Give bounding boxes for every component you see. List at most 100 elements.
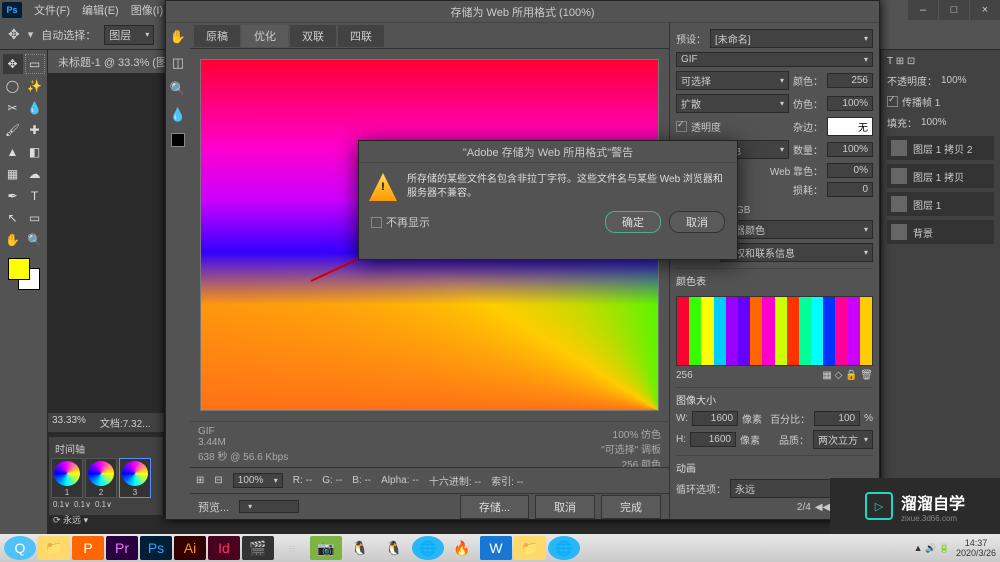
zoom-tool[interactable]: 🔍	[25, 230, 45, 250]
dont-show-checkbox[interactable]	[371, 217, 382, 228]
taskbar-app[interactable]: 🌐	[412, 536, 444, 560]
magic-wand-tool[interactable]: ✨	[25, 76, 45, 96]
path-tool[interactable]: ↖	[3, 208, 23, 228]
crop-tool[interactable]: ✂	[3, 98, 23, 118]
type-tool[interactable]: T	[25, 186, 45, 206]
taskbar-app[interactable]: 🔥	[446, 536, 478, 560]
quality-dropdown[interactable]: 两次立方	[813, 430, 873, 449]
shape-tool[interactable]: ▭	[25, 208, 45, 228]
taskbar-app[interactable]: Pr	[106, 536, 138, 560]
cancel-button[interactable]: 取消	[669, 211, 725, 233]
dialog-title: 存储为 Web 所用格式 (100%)	[166, 1, 879, 23]
taskbar-app[interactable]: Q	[4, 536, 36, 560]
warning-icon: !	[369, 173, 397, 201]
web-snap-input[interactable]: 0%	[827, 163, 873, 178]
zoom-tool-icon[interactable]: 🔍	[170, 81, 186, 97]
colors-input[interactable]: 256	[827, 73, 873, 88]
palette-dropdown[interactable]: 可选择	[676, 71, 789, 90]
ps-logo-icon: Ps	[2, 2, 22, 18]
taskbar-app[interactable]: 🌐	[548, 536, 580, 560]
timeline-frame[interactable]: 2	[85, 458, 117, 498]
eraser-tool[interactable]: ◧	[25, 142, 45, 162]
menu-edit[interactable]: 编辑(E)	[76, 2, 125, 18]
blur-tool[interactable]: ☁	[25, 164, 45, 184]
propagate-checkbox[interactable]	[887, 96, 898, 107]
zoom-dropdown[interactable]: 100%	[233, 473, 283, 488]
taskbar-app[interactable]: Ps	[140, 536, 172, 560]
taskbar-app[interactable]: 📁	[514, 536, 546, 560]
ok-button[interactable]: 确定	[605, 211, 661, 233]
taskbar-app[interactable]: Id	[208, 536, 240, 560]
auto-select-dropdown[interactable]: 图层	[104, 25, 154, 45]
dither-dropdown[interactable]: 扩散	[676, 94, 789, 113]
color-table[interactable]	[676, 296, 873, 366]
taskbar-app[interactable]: 🎬	[242, 536, 274, 560]
opacity-value[interactable]: 100%	[941, 75, 967, 86]
move-tool-icon: ✥	[8, 26, 20, 43]
percent-input[interactable]: 100	[814, 411, 860, 426]
transparency-checkbox[interactable]	[676, 121, 687, 132]
menu-image[interactable]: 图像(I)	[125, 2, 169, 18]
taskbar-app[interactable]: ≡	[276, 536, 308, 560]
taskbar-app[interactable]: 📷	[310, 536, 342, 560]
brush-tool[interactable]: 🖌	[3, 120, 23, 140]
hand-tool[interactable]: ✋	[3, 230, 23, 250]
preview-button[interactable]: 预览...	[198, 499, 229, 515]
layer-item[interactable]: 图层 1	[887, 192, 994, 216]
browser-dropdown[interactable]	[239, 500, 299, 513]
save-button[interactable]: 存储...	[460, 495, 529, 519]
metadata-dropdown[interactable]: 版权和联系信息	[720, 243, 873, 262]
layer-item[interactable]: 背景	[887, 220, 994, 244]
move-tool[interactable]: ✥	[3, 54, 23, 74]
gradient-tool[interactable]: ▦	[3, 164, 23, 184]
clock-date: 2020/3/26	[956, 548, 996, 558]
close-button[interactable]: ×	[970, 0, 1000, 20]
taskbar-app[interactable]: Ai	[174, 536, 206, 560]
maximize-button[interactable]: □	[939, 0, 969, 20]
amount-input[interactable]: 100%	[827, 142, 873, 157]
foreground-color-swatch[interactable]	[8, 258, 30, 280]
lasso-tool[interactable]: ◯	[3, 76, 23, 96]
dither-input[interactable]: 100%	[827, 96, 873, 111]
preset-dropdown[interactable]: [未命名]	[710, 29, 873, 48]
tab-2up[interactable]: 双联	[290, 25, 336, 47]
taskbar-app[interactable]: 🐧	[344, 536, 376, 560]
tab-optimized[interactable]: 优化	[242, 25, 288, 47]
zoom-level[interactable]: 33.33%	[52, 415, 86, 430]
format-dropdown[interactable]: GIF	[676, 52, 873, 67]
taskbar-app[interactable]: 🐧	[378, 536, 410, 560]
tab-original[interactable]: 原稿	[194, 25, 240, 47]
hand-tool-icon[interactable]: ✋	[170, 29, 186, 45]
stamp-tool[interactable]: ▲	[3, 142, 23, 162]
artboard-tool[interactable]: ▭	[25, 54, 45, 74]
cancel-button[interactable]: 取消	[535, 495, 595, 519]
taskbar-app[interactable]: P	[72, 536, 104, 560]
matte-dropdown[interactable]: 无	[827, 117, 873, 136]
taskbar-app[interactable]: W	[480, 536, 512, 560]
timeline-frame[interactable]: 1	[51, 458, 83, 498]
done-button[interactable]: 完成	[601, 495, 661, 519]
loop-dropdown[interactable]: 永远	[63, 515, 81, 525]
layer-item[interactable]: 图层 1 拷贝	[887, 164, 994, 188]
eyedropper-tool-icon[interactable]: 💧	[170, 107, 186, 123]
fill-value[interactable]: 100%	[921, 117, 947, 128]
color-swatches	[2, 258, 45, 298]
healing-tool[interactable]: ✚	[25, 120, 45, 140]
frame-delay[interactable]: 0.1∨	[95, 500, 112, 509]
tab-4up[interactable]: 四联	[338, 25, 384, 47]
taskbar-app[interactable]: 📁	[38, 536, 70, 560]
prev-frame-icon[interactable]: ◀◀	[815, 502, 830, 513]
slice-tool-icon[interactable]: ◫	[172, 55, 184, 71]
frame-delay[interactable]: 0.1∨	[53, 500, 70, 509]
width-input[interactable]: 1600	[692, 411, 738, 426]
lossy-input[interactable]: 0	[827, 182, 873, 197]
height-input[interactable]: 1600	[690, 432, 736, 447]
system-tray[interactable]: ▲ 🔊 🔋 14:37 2020/3/26	[914, 538, 996, 558]
eyedropper-tool[interactable]: 💧	[25, 98, 45, 118]
pen-tool[interactable]: ✒	[3, 186, 23, 206]
layer-item[interactable]: 图层 1 拷贝 2	[887, 136, 994, 160]
timeline-frame[interactable]: 3	[119, 458, 151, 498]
menu-file[interactable]: 文件(F)	[28, 2, 76, 18]
frame-delay[interactable]: 0.1∨	[74, 500, 91, 509]
minimize-button[interactable]: –	[908, 0, 938, 20]
